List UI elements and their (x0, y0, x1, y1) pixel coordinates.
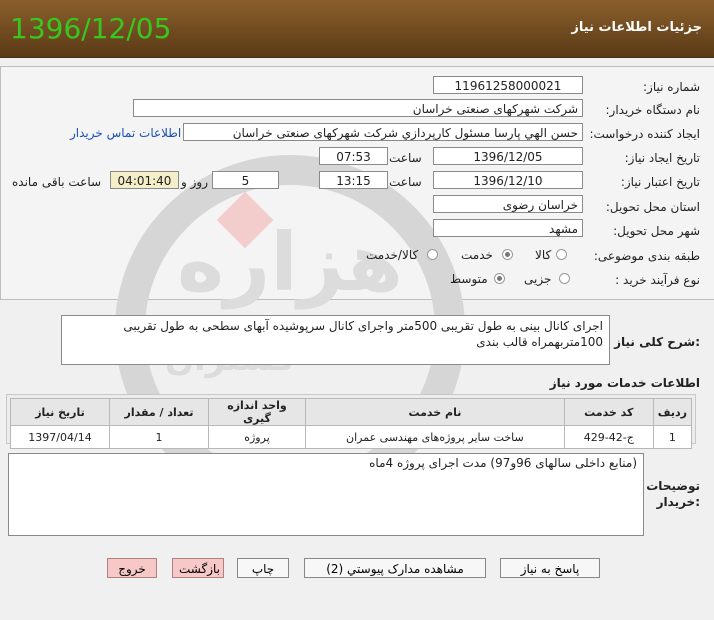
services-table-wrap: ردیف کد خدمت نام خدمت واحد اندازه گیری ت… (6, 394, 696, 449)
creator-label: ایجاد کننده درخواست: (589, 127, 700, 141)
city-field: مشهد (433, 219, 583, 237)
process-medium-radio[interactable] (494, 273, 505, 284)
cell-date: 1397/04/14 (10, 425, 110, 449)
category-service-label: خدمت (461, 248, 493, 262)
services-section-title: اطلاعات خدمات مورد نیاز (549, 376, 700, 390)
validity-date-field: 1396/12/10 (433, 171, 583, 189)
col-header-unit: واحد اندازه گیری (208, 398, 306, 426)
creator-field: حسن الهي پارسا مسئول کارپردازي شرکت شهرک… (183, 123, 583, 141)
announce-date-label: تاریخ ایجاد نیاز: (624, 151, 700, 165)
summary-label: شرح کلی نیاز: (614, 335, 700, 349)
validity-date-label: تاریخ اعتبار نیاز: (620, 175, 700, 189)
buyer-notes-label: توضیحات خریدار: (646, 478, 700, 510)
cell-row: 1 (652, 425, 693, 449)
col-header-row: ردیف (652, 398, 693, 426)
category-both-radio[interactable] (427, 249, 438, 260)
print-button[interactable]: چاپ (237, 558, 289, 578)
need-number-label: شماره نیاز: (643, 80, 700, 94)
validity-time-label: ساعت (389, 175, 422, 189)
buyer-notes-label-line1: توضیحات (646, 479, 700, 493)
table-row: 1 ج-42-429 ساخت سایر پروژه‌های مهندسی عم… (10, 425, 693, 449)
province-field: خراسان رضوی (433, 195, 583, 213)
process-type-label: نوع فرآیند خرید : (615, 273, 700, 287)
days-remaining-field: 5 (212, 171, 279, 189)
category-goods-label: کالا (535, 248, 552, 262)
buyer-contact-link[interactable]: اطلاعات تماس خریدار (70, 126, 181, 140)
announce-date-field: 1396/12/05 (433, 147, 583, 165)
cell-unit: پروژه (208, 425, 306, 449)
reply-button[interactable]: پاسخ به نیاز (500, 558, 600, 578)
col-header-qty: تعداد / مقدار (109, 398, 209, 426)
buyer-notes-textarea[interactable]: (منابع داخلی سالهای 96و97) مدت اجرای پرو… (8, 453, 644, 536)
back-button[interactable]: بازگشت (172, 558, 224, 578)
city-label: شهر محل تحویل: (613, 224, 700, 238)
buyer-label: نام دستگاه خریدار: (605, 103, 701, 117)
category-goods-radio[interactable] (556, 249, 567, 260)
header-date: 1396/12/05 (10, 12, 172, 45)
buyer-notes-label-line2: خریدار: (656, 495, 700, 509)
announce-time-field: 07:53 (319, 147, 388, 165)
view-attachments-button[interactable]: مشاهده مدارک پیوستي (2) (304, 558, 486, 578)
summary-text-line2: 100متربهمراه قالب بندی (476, 335, 603, 349)
cell-name: ساخت سایر پروژه‌های مهندسی عمران (305, 425, 565, 449)
category-label: طبقه بندی موضوعی: (593, 249, 700, 263)
province-label: استان محل تحویل: (605, 200, 700, 214)
process-medium-label: متوسط (450, 272, 488, 286)
time-remaining-label: ساعت باقی مانده (12, 175, 102, 189)
page-title: جزئیات اطلاعات نیاز (571, 20, 702, 35)
need-number-field: 11961258000021 (433, 76, 583, 94)
process-partial-label: جزیی (524, 272, 552, 286)
category-both-label: کالا/خدمت (366, 248, 419, 262)
cell-code: ج-42-429 (563, 425, 654, 449)
summary-text-line1: اجرای کانال بینی به طول تقریبی 500متر وا… (123, 319, 603, 333)
process-partial-radio[interactable] (559, 273, 570, 284)
col-header-date: تاریخ نیاز (10, 398, 110, 426)
validity-time-field: 13:15 (319, 171, 388, 189)
services-header-row: ردیف کد خدمت نام خدمت واحد اندازه گیری ت… (10, 398, 693, 426)
services-table: ردیف کد خدمت نام خدمت واحد اندازه گیری ت… (10, 398, 693, 449)
category-service-radio[interactable] (502, 249, 513, 260)
cell-qty: 1 (109, 425, 209, 449)
time-remaining-field: 04:01:40 (110, 171, 179, 189)
exit-button[interactable]: خروج (107, 558, 157, 578)
summary-textarea[interactable]: اجرای کانال بینی به طول تقریبی 500متر وا… (61, 315, 610, 365)
announce-time-label: ساعت (389, 151, 422, 165)
col-header-code: کد خدمت (563, 398, 654, 426)
buyer-notes-text: (منابع داخلی سالهای 96و97) مدت اجرای پرو… (369, 456, 637, 470)
days-word: روز و (181, 175, 208, 189)
col-header-name: نام خدمت (305, 398, 565, 426)
buyer-field: شرکت شهرکهای صنعتی خراسان (133, 99, 583, 117)
